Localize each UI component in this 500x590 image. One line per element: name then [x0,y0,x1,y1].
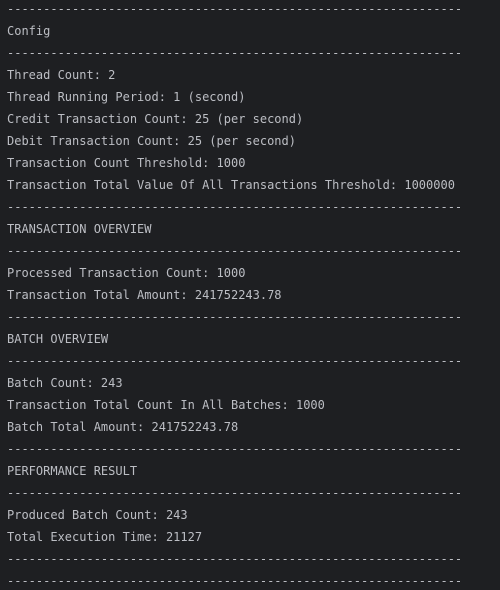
separator-line: ----------------------------------------… [7,200,463,214]
config-line-credit-count: Credit Transaction Count: 25 (per second… [7,112,304,126]
transaction-overview-heading: TRANSACTION OVERVIEW [7,222,152,236]
separator-line: ----------------------------------------… [7,486,463,500]
batch-count: Batch Count: 243 [7,376,123,390]
config-line-thread-period: Thread Running Period: 1 (second) [7,90,246,104]
transaction-total-amount: Transaction Total Amount: 241752243.78 [7,288,282,302]
separator-line: ----------------------------------------… [7,552,463,566]
total-execution-time: Total Execution Time: 21127 [7,530,203,544]
config-line-value-threshold: Transaction Total Value Of All Transacti… [7,178,455,192]
processed-transaction-count: Processed Transaction Count: 1000 [7,266,246,280]
separator-line: ----------------------------------------… [7,310,463,324]
batch-overview-heading: BATCH OVERVIEW [7,332,109,346]
transaction-total-count-in-batches: Transaction Total Count In All Batches: … [7,398,325,412]
batch-total-amount: Batch Total Amount: 241752243.78 [7,420,239,434]
separator-line: ----------------------------------------… [7,442,463,456]
separator-line: ----------------------------------------… [7,2,463,16]
config-line-thread-count: Thread Count: 2 [7,68,116,82]
separator-line: ----------------------------------------… [7,244,463,258]
performance-result-heading: PERFORMANCE RESULT [7,464,138,478]
config-line-count-threshold: Transaction Count Threshold: 1000 [7,156,246,170]
config-heading: Config [7,24,51,38]
separator-line: ----------------------------------------… [7,46,463,60]
produced-batch-count: Produced Batch Count: 243 [7,508,188,522]
separator-line: ----------------------------------------… [7,574,463,588]
config-line-debit-count: Debit Transaction Count: 25 (per second) [7,134,296,148]
console-output: ----------------------------------------… [0,0,500,590]
separator-line: ----------------------------------------… [7,354,463,368]
